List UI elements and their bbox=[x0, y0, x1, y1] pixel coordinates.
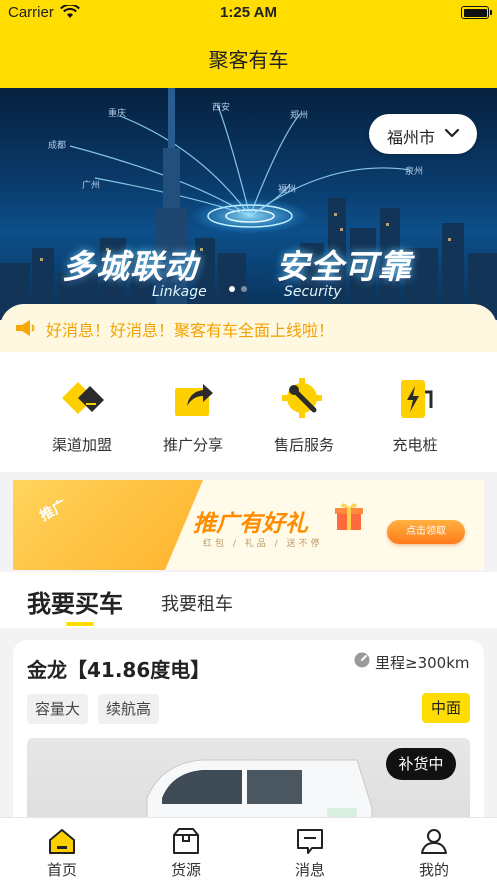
banner-city-label: 泉州 bbox=[405, 167, 424, 177]
carousel-dot[interactable] bbox=[229, 286, 235, 292]
promo-left-tag: 推广 bbox=[37, 497, 70, 525]
tab-buy-car[interactable]: 我要买车 bbox=[27, 584, 123, 619]
chevron-down-icon bbox=[444, 128, 460, 138]
tab-bar-messages[interactable]: 消息 bbox=[248, 818, 372, 883]
megaphone-icon bbox=[16, 320, 35, 336]
channel-join-icon bbox=[62, 382, 104, 414]
quick-item-charging-pile[interactable]: 充电桩 bbox=[365, 374, 465, 455]
gift-icon bbox=[335, 503, 363, 530]
home-icon bbox=[49, 829, 75, 854]
size-badge: 中面 bbox=[422, 693, 470, 723]
banner-city-label: 成都 bbox=[48, 141, 67, 151]
battery-icon bbox=[461, 6, 492, 19]
promo-banner[interactable]: 推广 推广有好礼 红包 / 礼品 / 送不停 点击领取 bbox=[13, 480, 484, 570]
cargo-box-icon bbox=[173, 828, 199, 854]
gauge-icon bbox=[354, 652, 370, 668]
promo-title: 推广有好礼 bbox=[193, 511, 308, 537]
bottom-tab-bar: 首页 货源 消息 我的 bbox=[0, 817, 497, 883]
message-icon bbox=[297, 829, 323, 854]
banner-headline: 多城联动 bbox=[62, 247, 198, 286]
promo-subtitle: 红包 / 礼品 / 送不停 bbox=[203, 539, 323, 549]
tab-bar-cargo[interactable]: 货源 bbox=[124, 818, 248, 883]
stock-status-badge: 补货中 bbox=[386, 748, 456, 780]
tab-rent-car[interactable]: 我要租车 bbox=[161, 590, 233, 616]
quick-item-label: 渠道加盟 bbox=[51, 436, 112, 454]
banner-city-label: 西安 bbox=[212, 103, 231, 113]
banner-subtitle: Linkage bbox=[152, 284, 207, 300]
city-selector[interactable]: 福州市 bbox=[369, 114, 477, 154]
tab-bar-label: 消息 bbox=[294, 861, 325, 879]
car-tag: 容量大 bbox=[27, 694, 89, 724]
tab-bar-label: 我的 bbox=[418, 861, 449, 879]
city-selector-label: 福州市 bbox=[387, 128, 436, 147]
carousel-indicator bbox=[229, 286, 247, 292]
after-sales-icon bbox=[282, 378, 322, 418]
active-tab-indicator bbox=[66, 622, 94, 626]
profile-icon bbox=[421, 829, 447, 854]
notice-text: 好消息！好消息！聚客有车全面上线啦！ bbox=[46, 321, 335, 340]
tab-bar-profile[interactable]: 我的 bbox=[372, 818, 496, 883]
banner-city-label: 福州 bbox=[278, 185, 297, 195]
quick-item-after-sales[interactable]: 售后服务 bbox=[254, 374, 354, 455]
nav-bar: 聚客有车 bbox=[0, 26, 497, 88]
vehicle-tabs: 我要买车 我要租车 bbox=[0, 572, 497, 628]
quick-item-label: 充电桩 bbox=[392, 436, 438, 454]
promo-illustration: 推广 bbox=[13, 480, 203, 570]
quick-menu: 渠道加盟 推广分享 售后服务 充电桩 bbox=[0, 352, 497, 472]
quick-item-share[interactable]: 推广分享 bbox=[143, 374, 243, 455]
banner-city-label: 郑州 bbox=[290, 111, 309, 121]
claim-button[interactable]: 点击领取 bbox=[387, 520, 465, 544]
banner-headline: 安全可靠 bbox=[276, 247, 412, 286]
banner-subtitle: Security bbox=[284, 284, 342, 300]
notice-bar[interactable]: 好消息！好消息！聚客有车全面上线啦！ bbox=[0, 304, 497, 352]
status-time: 1:25 AM bbox=[220, 4, 277, 21]
carousel-dot[interactable] bbox=[241, 286, 247, 292]
car-name: 金龙【41.86度电】 bbox=[27, 658, 211, 682]
status-bar: Carrier 1:25 AM bbox=[0, 0, 497, 26]
charging-pile-icon bbox=[401, 380, 433, 418]
page-title: 聚客有车 bbox=[208, 48, 289, 72]
car-tag: 续航高 bbox=[98, 694, 160, 724]
banner-city-label: 广州 bbox=[82, 181, 101, 191]
quick-item-label: 推广分享 bbox=[162, 436, 223, 454]
tab-bar-home[interactable]: 首页 bbox=[0, 818, 124, 883]
quick-item-label: 售后服务 bbox=[273, 436, 334, 454]
share-icon bbox=[175, 384, 213, 416]
tab-bar-label: 货源 bbox=[170, 861, 201, 879]
quick-item-channel-join[interactable]: 渠道加盟 bbox=[32, 374, 132, 455]
car-range: 里程≥300km bbox=[375, 654, 470, 672]
banner-city-label: 重庆 bbox=[108, 109, 127, 119]
tab-bar-label: 首页 bbox=[46, 861, 77, 879]
